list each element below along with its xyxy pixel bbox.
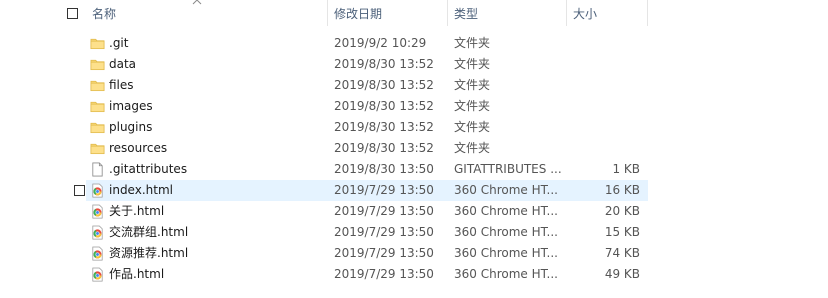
file-type: 文件夹 [454,99,491,113]
file-row[interactable]: data 2019/8/30 13:52 文件夹 [86,54,648,75]
file-size: 20 KB [604,204,640,218]
file-name: 关于.html [109,204,165,218]
row-checkbox[interactable] [74,185,85,196]
header-name[interactable]: 名称 [92,0,322,26]
browser-icon [90,246,105,261]
file-type: 360 Chrome HT... [454,246,558,260]
header-size[interactable]: 大小 [573,0,643,26]
file-name: 交流群组.html [109,225,189,239]
file-size: 16 KB [604,183,640,197]
folder-icon [90,78,105,93]
header-divider[interactable] [566,0,567,26]
file-row[interactable]: resources 2019/8/30 13:52 文件夹 [86,138,648,159]
header-divider[interactable] [447,0,448,26]
file-row[interactable]: images 2019/8/30 13:52 文件夹 [86,96,648,117]
file-row[interactable]: 作品.html 2019/7/29 13:50 360 Chrome HT... 49… [86,264,648,285]
file-row[interactable]: index.html 2019/7/29 13:50 360 Chrome HT..… [74,180,648,201]
file-row[interactable]: files 2019/8/30 13:52 文件夹 [86,75,648,96]
header-type[interactable]: 类型 [454,0,564,26]
browser-icon [90,183,105,198]
header-divider[interactable] [647,0,648,26]
file-row[interactable]: .git 2019/9/2 10:29 文件夹 [86,33,648,54]
file-row[interactable]: 交流群组.html 2019/7/29 13:50 360 Chrome HT...… [86,222,648,243]
file-size: 74 KB [604,246,640,260]
file-modified-date: 2019/8/30 13:52 [334,99,434,113]
file-name: resources [109,141,168,155]
file-modified-date: 2019/8/30 13:52 [334,57,434,71]
file-modified-date: 2019/7/29 13:50 [334,183,434,197]
file-modified-date: 2019/9/2 10:29 [334,36,427,50]
browser-icon [90,225,105,240]
file-modified-date: 2019/8/30 13:52 [334,120,434,134]
file-row[interactable]: .gitattributes 2019/8/30 13:50 GITATTRIBUT… [86,159,648,180]
file-modified-date: 2019/7/29 13:50 [334,246,434,260]
file-type: 360 Chrome HT... [454,225,558,239]
file-name: .gitattributes [109,162,188,176]
file-row[interactable]: plugins 2019/8/30 13:52 文件夹 [86,117,648,138]
file-modified-date: 2019/7/29 13:50 [334,267,434,281]
file-name: index.html [109,183,173,197]
folder-icon [90,120,105,135]
file-type: 360 Chrome HT... [454,267,558,281]
file-name: plugins [109,120,153,134]
file-name: data [109,57,137,71]
file-name: images [109,99,153,113]
file-icon [90,162,105,177]
header-divider[interactable] [327,0,328,26]
file-size: 49 KB [604,267,640,281]
file-type: 文件夹 [454,141,491,155]
file-type: 文件夹 [454,57,491,71]
file-row[interactable]: 关于.html 2019/7/29 13:50 360 Chrome HT... 20… [86,201,648,222]
browser-icon [90,267,105,282]
file-name: files [109,78,134,92]
file-name: 资源推荐.html [109,246,189,260]
file-name: 作品.html [109,267,165,281]
file-name: .git [109,36,129,50]
header-date[interactable]: 修改日期 [334,0,444,26]
file-size: 15 KB [604,225,640,239]
file-type: 文件夹 [454,120,491,134]
folder-icon [90,36,105,51]
folder-icon [90,141,105,156]
folder-icon [90,99,105,114]
file-type: 360 Chrome HT... [454,204,558,218]
file-modified-date: 2019/7/29 13:50 [334,204,434,218]
file-type: 360 Chrome HT... [454,183,558,197]
column-header: 名称 修改日期 类型 大小 [0,0,828,26]
file-size: 1 KB [612,162,640,176]
folder-icon [90,57,105,72]
file-modified-date: 2019/8/30 13:50 [334,162,434,176]
file-row[interactable]: 资源推荐.html 2019/7/29 13:50 360 Chrome HT...… [86,243,648,264]
file-type: 文件夹 [454,36,491,50]
browser-icon [90,204,105,219]
file-type: 文件夹 [454,78,491,92]
select-all-checkbox[interactable] [67,8,78,19]
file-modified-date: 2019/7/29 13:50 [334,225,434,239]
file-modified-date: 2019/8/30 13:52 [334,78,434,92]
file-modified-date: 2019/8/30 13:52 [334,141,434,155]
file-type: GITATTRIBUTES ... [454,162,562,176]
